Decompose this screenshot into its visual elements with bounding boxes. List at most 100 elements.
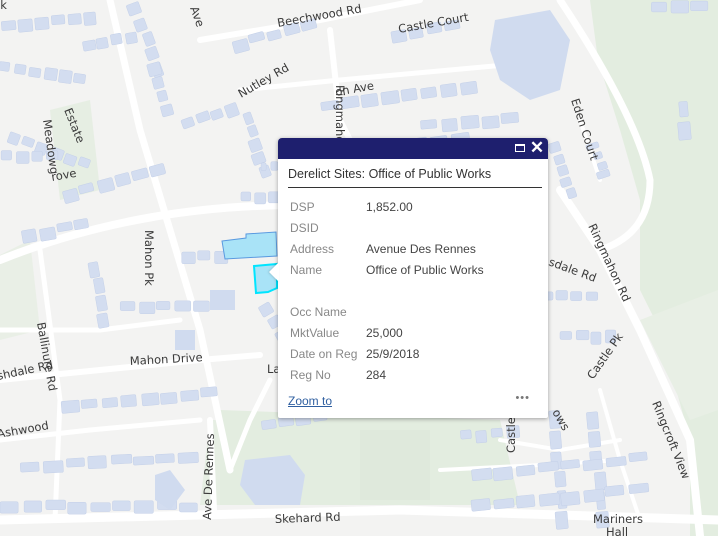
street-label: Nutley Rd: [236, 60, 292, 100]
parcel-adjacent[interactable]: [221, 231, 278, 260]
building: [492, 466, 514, 482]
building: [549, 430, 562, 450]
building: [651, 1, 667, 13]
building: [460, 81, 478, 96]
building: [628, 451, 648, 462]
building: [151, 76, 165, 90]
building-row: [420, 112, 519, 133]
building: [160, 392, 178, 405]
street-label: Skehard Rd: [275, 510, 341, 526]
street-label: Ave: [187, 4, 207, 29]
building: [515, 464, 536, 477]
zoom-to-link[interactable]: Zoom to: [288, 394, 332, 408]
building: [670, 0, 689, 14]
building: [570, 291, 583, 301]
building: [120, 394, 137, 408]
building: [605, 456, 627, 468]
building: [493, 498, 515, 510]
street-label: sdale Rd: [547, 255, 598, 285]
popup-footer: Zoom to •••: [288, 392, 530, 412]
building: [460, 429, 472, 440]
building: [16, 151, 30, 164]
building: [101, 397, 119, 408]
building: [90, 502, 111, 512]
building: [114, 172, 132, 187]
building: [677, 121, 692, 141]
more-actions-button[interactable]: •••: [515, 392, 530, 404]
street-label: Mahon Drive: [129, 350, 203, 368]
attribute-row: Name Office of Public Works: [290, 260, 548, 281]
attribute-value: 25/9/2018: [366, 347, 420, 361]
building: [180, 389, 200, 402]
building: [254, 192, 266, 205]
attribute-key: DSID: [290, 221, 319, 235]
building: [21, 228, 38, 244]
building: [360, 93, 379, 108]
building-row: [181, 250, 229, 264]
building: [112, 500, 131, 511]
building: [224, 102, 240, 119]
building: [559, 331, 572, 340]
building: [440, 83, 458, 98]
attribute-key: Address: [290, 242, 335, 256]
building: [590, 331, 602, 345]
street-label: Beechwood Rd: [276, 1, 363, 30]
building: [556, 164, 569, 177]
attribute-row: [290, 281, 548, 302]
building: [155, 453, 175, 464]
building: [80, 398, 98, 409]
building: [82, 39, 97, 52]
building: [119, 301, 136, 311]
building: [139, 301, 156, 314]
building-row: [60, 386, 218, 414]
building: [133, 500, 154, 514]
building: [247, 137, 263, 153]
building: [19, 461, 40, 473]
building: [21, 136, 35, 148]
building: [471, 467, 493, 482]
building: [174, 300, 192, 312]
street-label: lk: [0, 0, 7, 12]
building: [0, 61, 11, 72]
attribute-key: Occ Name: [290, 305, 347, 319]
building: [554, 470, 567, 488]
building: [56, 221, 73, 233]
attribute-key: Reg No: [290, 368, 331, 382]
street-label: Mariners: [593, 512, 643, 526]
building: [179, 502, 198, 513]
building: [131, 167, 149, 181]
attribute-value: Office of Public Works: [366, 263, 484, 277]
building: [547, 141, 562, 154]
building: [58, 69, 73, 84]
building: [209, 108, 224, 121]
attribute-table: DSP 1,852.00 DSID Address Avenue Des Renne…: [290, 197, 548, 386]
building-row: [87, 261, 110, 329]
building: [538, 492, 561, 507]
building: [28, 67, 42, 78]
building: [554, 510, 569, 530]
popup-header: ✕: [278, 138, 548, 159]
building: [515, 494, 536, 509]
building: [559, 176, 572, 188]
building: [126, 1, 142, 17]
building: [240, 191, 251, 202]
building: [156, 89, 169, 103]
building: [582, 458, 604, 472]
close-button[interactable]: ✕: [529, 139, 545, 156]
building: [604, 484, 625, 497]
building: [42, 460, 64, 474]
attribute-row: Occ Name: [290, 302, 548, 323]
building: [260, 162, 267, 172]
attribute-key: Name: [290, 263, 323, 277]
maximize-button[interactable]: [512, 140, 528, 156]
building: [587, 431, 602, 448]
attribute-key: DSP: [290, 200, 315, 214]
attribute-key: MktValue: [290, 326, 340, 340]
attribute-value: 1,852.00: [366, 200, 413, 214]
building: [247, 124, 259, 138]
building: [0, 501, 19, 514]
building: [420, 119, 438, 130]
building: [597, 161, 608, 171]
building: [500, 112, 519, 124]
building: [490, 427, 503, 438]
